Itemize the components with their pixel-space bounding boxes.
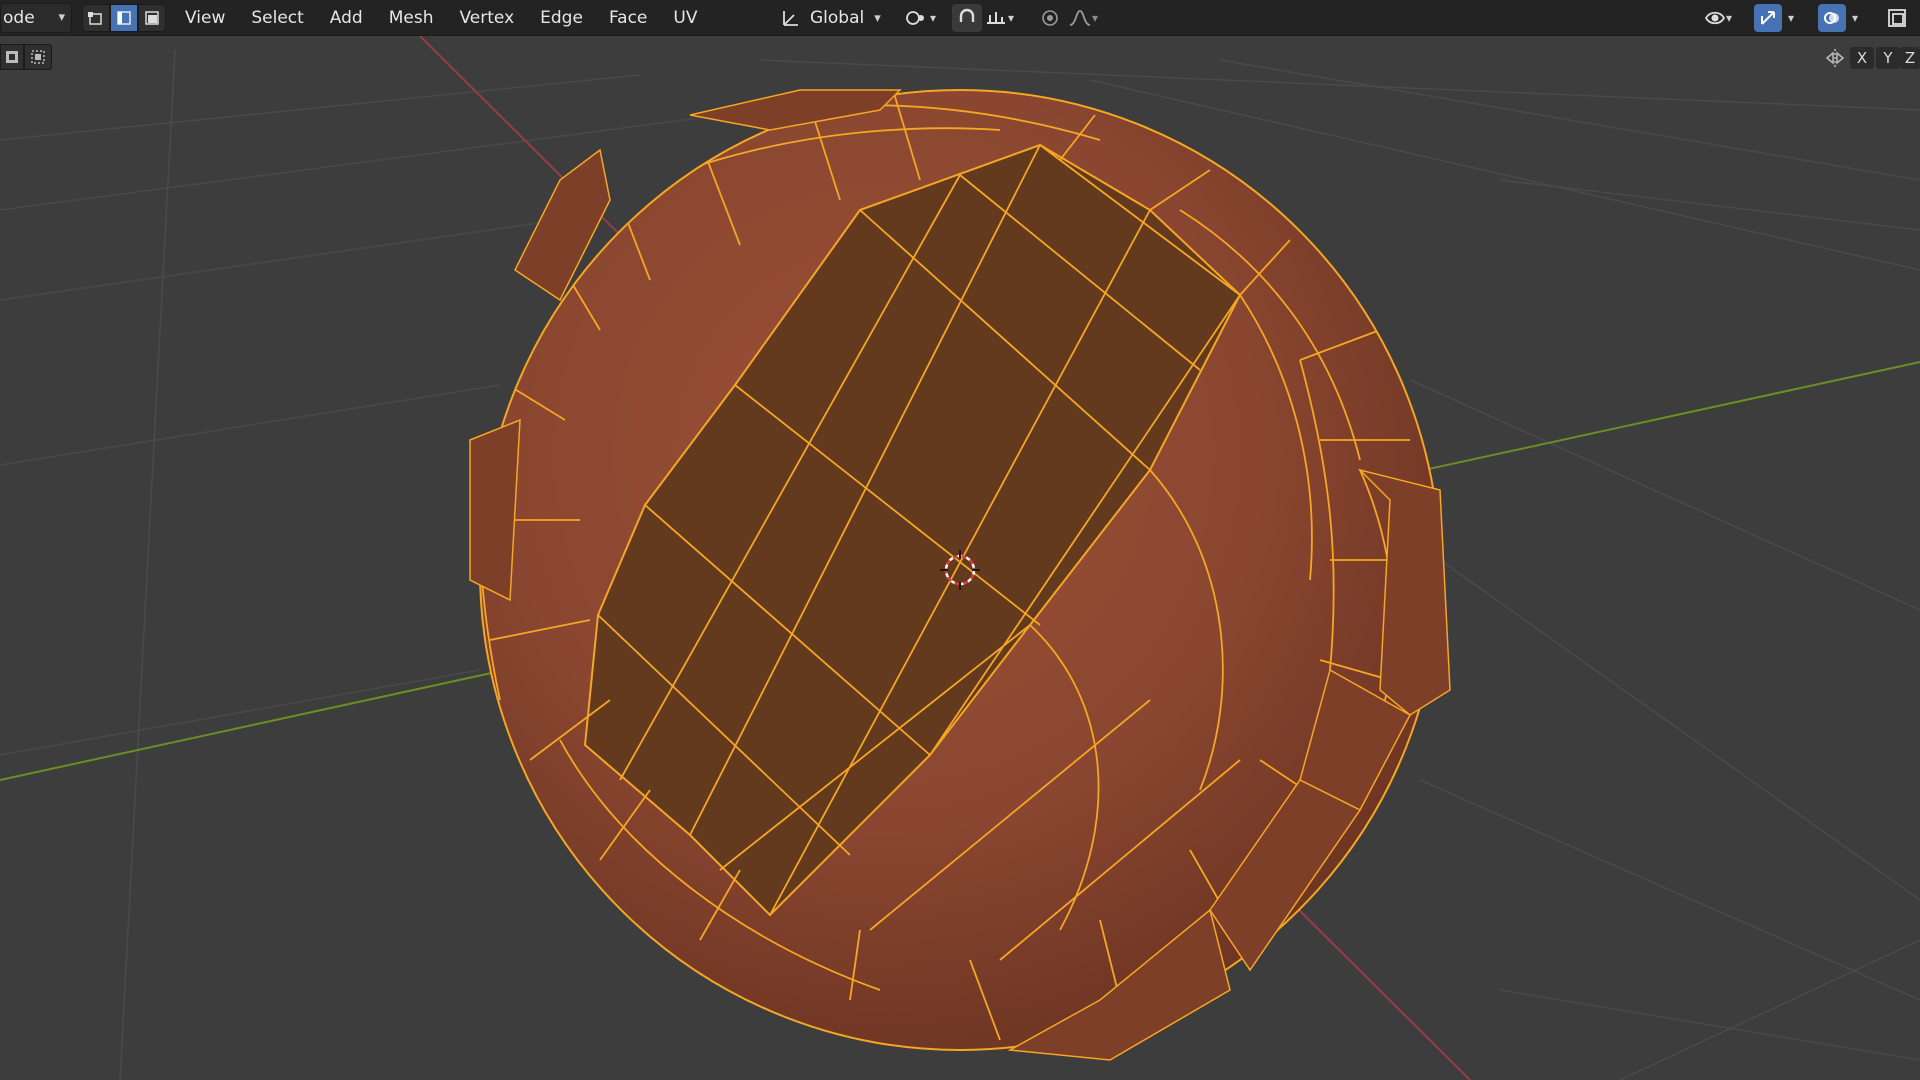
mirror-y-toggle[interactable]: Y bbox=[1876, 47, 1900, 69]
chevron-down-icon: ▾ bbox=[1092, 11, 1099, 25]
vertex-select-icon bbox=[88, 12, 102, 25]
chevron-down-icon: ▾ bbox=[58, 10, 65, 25]
proportional-falloff-dropdown[interactable]: ▾ bbox=[1068, 4, 1098, 32]
select-extend-icon bbox=[31, 50, 45, 64]
snap-toggle[interactable] bbox=[952, 4, 982, 32]
orientation-label: Global bbox=[810, 8, 865, 28]
select-box-icon bbox=[6, 51, 18, 63]
select-mode-group bbox=[82, 4, 166, 32]
viewport-header: ode ▾ View Select Add Mesh Vertex Edge F… bbox=[0, 0, 1920, 36]
pivot-point-dropdown[interactable]: ▾ bbox=[904, 4, 936, 32]
menu-mesh[interactable]: Mesh bbox=[376, 0, 447, 36]
mirror-icon bbox=[1825, 49, 1845, 67]
mode-dropdown[interactable]: ode ▾ bbox=[0, 3, 72, 33]
chevron-down-icon: ▾ bbox=[1008, 11, 1015, 25]
vertex-select-button[interactable] bbox=[82, 4, 110, 32]
blender-editor: ode ▾ View Select Add Mesh Vertex Edge F… bbox=[0, 0, 1920, 1080]
chevron-down-icon: ▾ bbox=[874, 10, 881, 26]
3d-viewport[interactable] bbox=[0, 0, 1920, 1080]
proportional-icon bbox=[1042, 10, 1058, 26]
pivot-icon bbox=[906, 11, 924, 25]
menu-vertex[interactable]: Vertex bbox=[446, 0, 527, 36]
chevron-down-icon: ▾ bbox=[1726, 11, 1733, 25]
orientation-icon bbox=[783, 11, 798, 26]
snap-target-dropdown[interactable]: ▾ bbox=[984, 4, 1014, 32]
menu-add[interactable]: Add bbox=[317, 0, 376, 36]
menu-face[interactable]: Face bbox=[596, 0, 660, 36]
chevron-down-icon: ▾ bbox=[930, 11, 937, 25]
overlay-dropdown[interactable]: ▾ bbox=[1818, 4, 1858, 32]
menu-edge[interactable]: Edge bbox=[527, 0, 596, 36]
select-box-tool-group bbox=[0, 44, 52, 70]
face-select-button[interactable] bbox=[138, 4, 166, 32]
header-menu: View Select Add Mesh Vertex Edge Face UV bbox=[172, 0, 710, 36]
falloff-icon bbox=[1069, 10, 1091, 26]
snap-target-icon bbox=[987, 12, 1005, 24]
snap-icon bbox=[959, 8, 975, 22]
face-select-icon bbox=[145, 11, 159, 25]
edge-select-icon bbox=[117, 11, 131, 25]
xray-toggle[interactable] bbox=[1882, 4, 1912, 32]
mirror-x-toggle[interactable]: X bbox=[1850, 47, 1874, 69]
overlay-icon bbox=[1824, 12, 1839, 24]
transform-orientation-dropdown[interactable]: Global ▾ bbox=[780, 4, 892, 32]
menu-view[interactable]: View bbox=[172, 0, 238, 36]
select-box-mode-button[interactable] bbox=[0, 44, 24, 70]
mode-label: ode bbox=[3, 8, 35, 28]
mirror-options bbox=[1822, 46, 1848, 70]
gizmo-dropdown[interactable]: ▾ bbox=[1754, 4, 1794, 32]
visibility-icon bbox=[1704, 11, 1726, 25]
select-extend-mode-button[interactable] bbox=[24, 44, 52, 70]
menu-uv[interactable]: UV bbox=[660, 0, 710, 36]
chevron-down-icon: ▾ bbox=[1852, 11, 1859, 25]
gizmo-toggle[interactable] bbox=[1754, 4, 1782, 32]
edge-select-button[interactable] bbox=[110, 4, 138, 32]
chevron-down-icon: ▾ bbox=[1788, 11, 1795, 25]
menu-select[interactable]: Select bbox=[238, 0, 316, 36]
overlay-toggle[interactable] bbox=[1818, 4, 1846, 32]
gizmo-icon bbox=[1761, 11, 1775, 25]
proportional-edit-toggle[interactable] bbox=[1036, 4, 1064, 32]
visibility-dropdown[interactable]: ▾ bbox=[1704, 4, 1732, 32]
xray-icon bbox=[1888, 9, 1906, 27]
mirror-z-toggle[interactable]: Z bbox=[1900, 47, 1920, 69]
